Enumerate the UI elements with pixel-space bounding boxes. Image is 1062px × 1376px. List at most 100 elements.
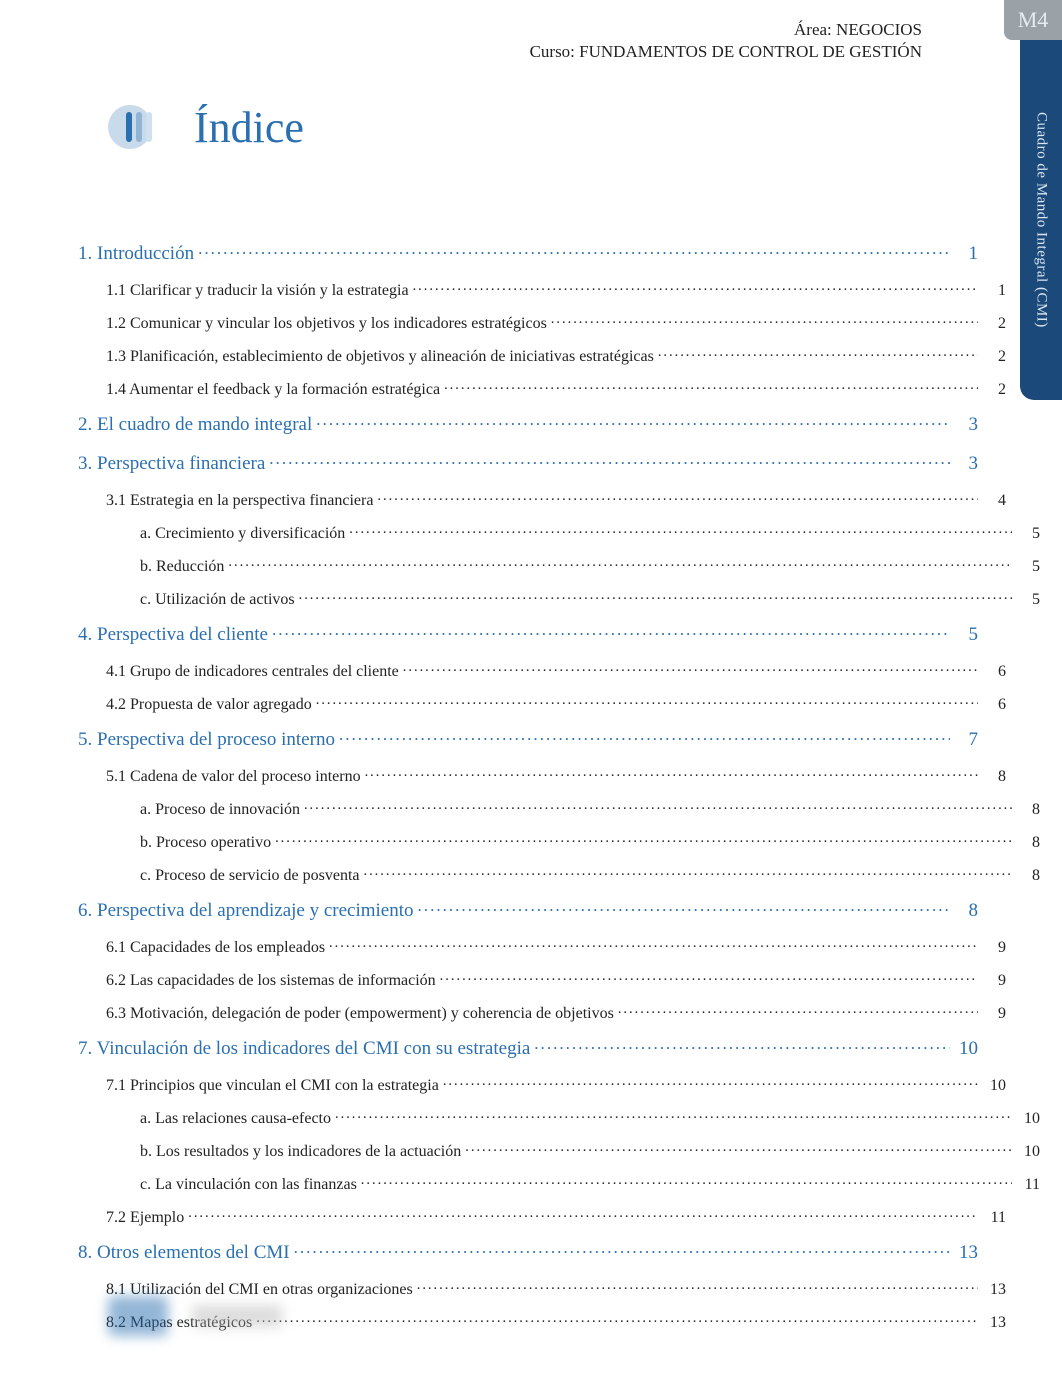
toc-page: 9 [982, 939, 1006, 957]
side-tab: M4 Cuadro de Mando Integral (CMI) [1004, 0, 1062, 440]
toc-page: 5 [1016, 558, 1040, 576]
area-line: Área: NEGOCIOS [530, 20, 922, 40]
toc-leader-dots [443, 1074, 978, 1090]
module-badge: M4 [1004, 0, 1062, 40]
toc-row: 1.3 Planificación, establecimiento de ob… [106, 345, 1006, 366]
toc-row: 4.2 Propuesta de valor agregado6 [106, 693, 1006, 714]
toc-leader-dots [363, 864, 1012, 880]
toc-row: 5.1 Cadena de valor del proceso interno8 [106, 765, 1006, 786]
table-of-contents: 1. Introducción1 1.1 Clarificar y traduci… [78, 236, 978, 1344]
toc-page: 11 [1016, 1176, 1040, 1194]
page-title: Índice [194, 102, 304, 153]
toc-row[interactable]: 3. Perspectiva financiera3 [78, 450, 978, 475]
toc-row[interactable]: 7. Vinculación de los indicadores del CM… [78, 1035, 978, 1060]
logo-mark-icon [108, 1296, 168, 1336]
toc-leader-dots [256, 1311, 978, 1327]
side-title: Cuadro de Mando Integral (CMI) [1020, 40, 1062, 400]
curso-label: Curso: [530, 42, 575, 61]
toc-row[interactable]: 5. Perspectiva del proceso interno7 [78, 726, 978, 751]
toc-row: c. Utilización de activos 5 [140, 588, 1040, 609]
toc-label: c. Utilización de activos [140, 591, 295, 609]
toc-page: 6 [982, 663, 1006, 681]
curso-value: FUNDAMENTOS DE CONTROL DE GESTIÓN [579, 42, 922, 61]
toc-leader-dots [465, 1140, 1012, 1156]
toc-page: 10 [982, 1077, 1006, 1095]
toc-leader-dots [534, 1035, 950, 1054]
title-block: Índice [108, 98, 304, 156]
toc-leader-dots [551, 312, 978, 328]
toc-leader-dots [272, 621, 950, 640]
toc-label: 4.1 Grupo de indicadores centrales del c… [106, 663, 399, 681]
toc-leader-dots [444, 378, 978, 394]
toc-row: c. La vinculación con las finanzas 11 [140, 1173, 1040, 1194]
toc-leader-dots [349, 522, 1012, 538]
toc-page: 8 [1016, 801, 1040, 819]
toc-page: 8 [1016, 834, 1040, 852]
toc-leader-dots [413, 279, 978, 295]
toc-leader-dots [377, 489, 978, 505]
toc-leader-dots [269, 450, 950, 469]
toc-page: 2 [982, 381, 1006, 399]
toc-label: 7. Vinculación de los indicadores del CM… [78, 1038, 530, 1060]
toc-page: 13 [954, 1242, 978, 1264]
toc-leader-dots [361, 1173, 1012, 1189]
curso-line: Curso: FUNDAMENTOS DE CONTROL DE GESTIÓN [530, 42, 922, 62]
index-icon [108, 98, 166, 156]
toc-row: 7.2 Ejemplo11 [106, 1206, 1006, 1227]
toc-page: 5 [954, 624, 978, 646]
toc-row[interactable]: 2. El cuadro de mando integral 3 [78, 411, 978, 436]
toc-label: 1. Introducción [78, 243, 194, 265]
toc-page: 2 [982, 315, 1006, 333]
page: Área: NEGOCIOS Curso: FUNDAMENTOS DE CON… [0, 0, 1062, 1376]
toc-label: 5.1 Cadena de valor del proceso interno [106, 768, 361, 786]
toc-row: b. Proceso operativo8 [140, 831, 1040, 852]
toc-leader-dots [440, 969, 978, 985]
toc-label: 1.1 Clarificar y traducir la visión y la… [106, 282, 409, 300]
logo-word-icon [192, 1305, 282, 1327]
toc-label: 1.3 Planificación, establecimiento de ob… [106, 348, 654, 366]
toc-leader-dots [618, 1002, 978, 1018]
toc-leader-dots [304, 798, 1012, 814]
toc-leader-dots [365, 765, 978, 781]
toc-page: 10 [954, 1038, 978, 1060]
toc-page: 4 [982, 492, 1006, 510]
toc-page: 5 [1016, 591, 1040, 609]
toc-row: 6.1 Capacidades de los empleados 9 [106, 936, 1006, 957]
toc-label: a. Las relaciones causa-efecto [140, 1110, 331, 1128]
toc-row: a. Proceso de innovación8 [140, 798, 1040, 819]
toc-label: 7.2 Ejemplo [106, 1209, 184, 1227]
toc-leader-dots [403, 660, 978, 676]
toc-leader-dots [294, 1239, 950, 1258]
toc-label: 8. Otros elementos del CMI [78, 1242, 290, 1264]
toc-leader-dots [339, 726, 950, 745]
toc-label: 7.1 Principios que vinculan el CMI con l… [106, 1077, 439, 1095]
header-meta: Área: NEGOCIOS Curso: FUNDAMENTOS DE CON… [530, 20, 922, 62]
toc-row: a. Las relaciones causa-efecto 10 [140, 1107, 1040, 1128]
toc-row: b. Reducción5 [140, 555, 1040, 576]
toc-page: 10 [1016, 1110, 1040, 1128]
toc-row[interactable]: 6. Perspectiva del aprendizaje y crecimi… [78, 897, 978, 922]
toc-label: 6.2 Las capacidades de los sistemas de i… [106, 972, 436, 990]
toc-row: b. Los resultados y los indicadores de l… [140, 1140, 1040, 1161]
toc-label: 6.3 Motivación, delegación de poder (emp… [106, 1005, 614, 1023]
toc-label: c. La vinculación con las finanzas [140, 1176, 357, 1194]
toc-page: 1 [982, 282, 1006, 300]
toc-leader-dots [417, 1278, 978, 1294]
toc-leader-dots [299, 588, 1012, 604]
toc-leader-dots [275, 831, 1012, 847]
toc-row[interactable]: 8. Otros elementos del CMI 13 [78, 1239, 978, 1264]
toc-label: 3. Perspectiva financiera [78, 453, 265, 475]
toc-leader-dots [418, 897, 950, 916]
toc-label: 1.4 Aumentar el feedback y la formación … [106, 381, 440, 399]
toc-page: 5 [1016, 525, 1040, 543]
toc-row[interactable]: 1. Introducción1 [78, 240, 978, 265]
toc-row: 7.1 Principios que vinculan el CMI con l… [106, 1074, 1006, 1095]
toc-row[interactable]: 4. Perspectiva del cliente 5 [78, 621, 978, 646]
toc-label: 2. El cuadro de mando integral [78, 414, 312, 436]
toc-page: 3 [954, 414, 978, 436]
toc-label: 4. Perspectiva del cliente [78, 624, 268, 646]
toc-label: 1.2 Comunicar y vincular los objetivos y… [106, 315, 547, 333]
toc-leader-dots [658, 345, 978, 361]
toc-leader-dots [329, 936, 978, 952]
toc-label: 6.1 Capacidades de los empleados [106, 939, 325, 957]
